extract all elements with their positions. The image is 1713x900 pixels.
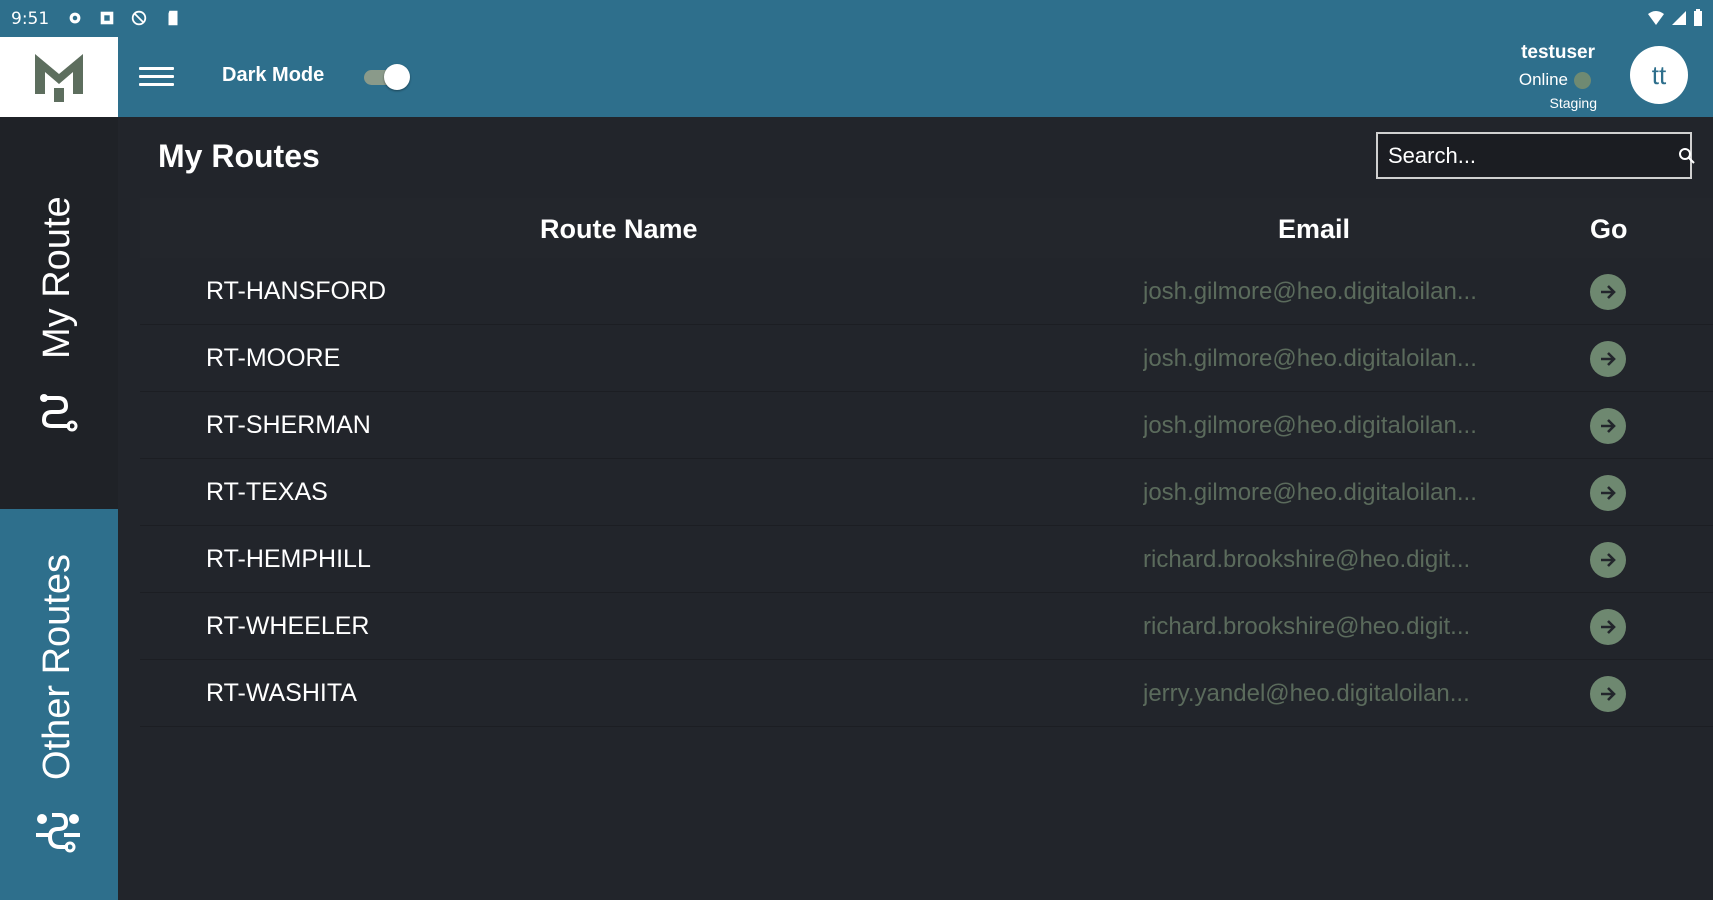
route-email: josh.gilmore@heo.digitaloilan... xyxy=(1143,278,1477,305)
route-email: jerry.yandel@heo.digitaloilan... xyxy=(1143,680,1470,707)
table-header: Route Name Email Go xyxy=(140,198,1713,258)
go-button[interactable] xyxy=(1590,609,1626,645)
table-row[interactable]: RT-SHERMAN josh.gilmore@heo.digitaloilan.… xyxy=(140,392,1713,459)
route-icon xyxy=(40,394,78,432)
notification-icon xyxy=(100,11,114,25)
table-row[interactable]: RT-HEMPHILL richard.brookshire@heo.digit.… xyxy=(140,526,1713,593)
go-button[interactable] xyxy=(1590,408,1626,444)
battery-icon xyxy=(1694,9,1702,26)
environment-label: Staging xyxy=(1549,95,1597,111)
route-email: josh.gilmore@heo.digitaloilan... xyxy=(1143,345,1477,372)
page-title: My Routes xyxy=(158,138,320,174)
sd-card-icon xyxy=(168,10,178,26)
user-avatar[interactable]: tt xyxy=(1630,46,1688,104)
route-name: RT-SHERMAN xyxy=(206,411,371,439)
search-icon[interactable] xyxy=(1678,141,1696,171)
user-status-text: Online xyxy=(1518,70,1568,89)
sidebar-item-other-routes[interactable]: Other Routes xyxy=(0,509,118,900)
route-email: richard.brookshire@heo.digit... xyxy=(1143,546,1471,573)
arrow-right-icon xyxy=(1601,419,1616,433)
route-email: josh.gilmore@heo.digitaloilan... xyxy=(1143,479,1477,506)
dark-mode-toggle[interactable] xyxy=(362,62,412,92)
column-header-route-name[interactable]: Route Name xyxy=(540,214,698,245)
route-name: RT-HANSFORD xyxy=(206,277,387,305)
table-row[interactable]: RT-HANSFORD josh.gilmore@heo.digitaloilan… xyxy=(140,258,1713,325)
user-name: testuser xyxy=(1521,42,1595,63)
sidebar-item-label: My Route xyxy=(36,196,78,359)
dark-mode-label: Dark Mode xyxy=(222,64,325,86)
go-button[interactable] xyxy=(1590,341,1626,377)
signal-icon xyxy=(1672,11,1686,25)
route-name: RT-MOORE xyxy=(206,344,341,372)
settings-icon xyxy=(69,12,81,24)
go-button[interactable] xyxy=(1590,676,1626,712)
table-row[interactable]: RT-WHEELER richard.brookshire@heo.digit..… xyxy=(140,593,1713,660)
hamburger-menu-icon[interactable] xyxy=(139,62,174,92)
column-header-email[interactable]: Email xyxy=(1278,214,1350,245)
go-button[interactable] xyxy=(1590,475,1626,511)
go-button[interactable] xyxy=(1590,274,1626,310)
table-row[interactable]: RT-MOORE josh.gilmore@heo.digitaloilan... xyxy=(140,325,1713,392)
online-status-dot xyxy=(1574,71,1591,89)
route-email: josh.gilmore@heo.digitaloilan... xyxy=(1143,412,1477,439)
blocked-icon xyxy=(131,10,147,26)
logo-icon xyxy=(35,54,83,102)
arrow-right-icon xyxy=(1601,486,1616,500)
user-status: Online xyxy=(1519,70,1591,90)
route-name: RT-WASHITA xyxy=(206,679,357,707)
system-status-bar: 9:51 xyxy=(0,0,1713,37)
wifi-icon xyxy=(1648,11,1664,25)
table-row[interactable]: RT-WASHITA jerry.yandel@heo.digitaloilan.… xyxy=(140,660,1713,727)
table-row[interactable]: RT-TEXAS josh.gilmore@heo.digitaloilan... xyxy=(140,459,1713,526)
route-email: richard.brookshire@heo.digit... xyxy=(1143,613,1471,640)
avatar-initials: tt xyxy=(1651,59,1667,90)
search-input[interactable] xyxy=(1378,141,1678,170)
arrow-right-icon xyxy=(1601,620,1616,634)
column-header-go: Go xyxy=(1590,214,1628,244)
go-button[interactable] xyxy=(1590,542,1626,578)
route-name: RT-HEMPHILL xyxy=(206,545,371,573)
status-time: 9:51 xyxy=(11,9,50,29)
app-logo xyxy=(0,37,118,117)
arrow-right-icon xyxy=(1601,553,1616,567)
arrow-right-icon xyxy=(1601,687,1616,701)
search-box xyxy=(1376,132,1695,179)
sidebar-item-my-route[interactable]: My Route xyxy=(0,117,118,509)
route-name: RT-TEXAS xyxy=(206,478,328,506)
sidebar-item-label: Other Routes xyxy=(36,554,78,780)
arrow-right-icon xyxy=(1601,352,1616,366)
arrow-right-icon xyxy=(1601,285,1616,299)
route-name: RT-WHEELER xyxy=(206,612,370,640)
group-routes-icon xyxy=(36,813,80,853)
